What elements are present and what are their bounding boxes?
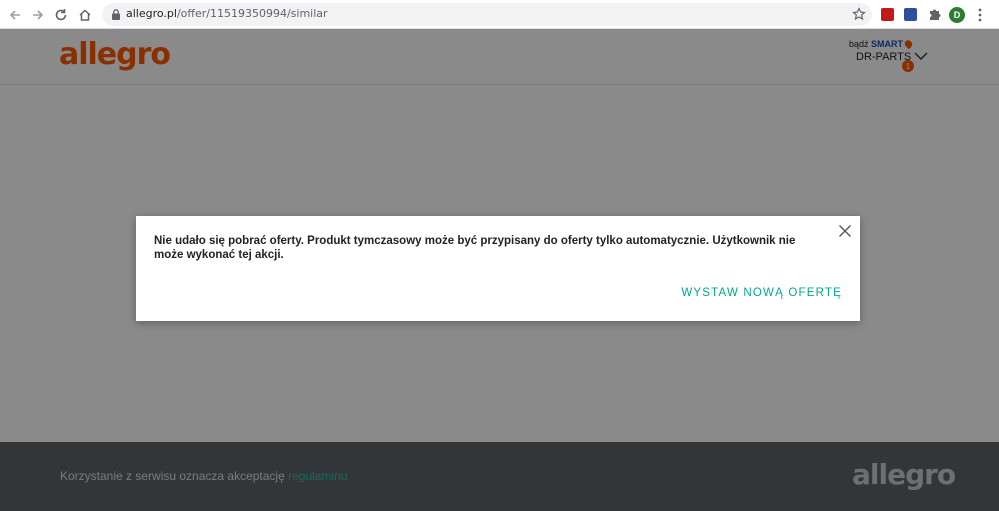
address-bar[interactable]: allegro.pl/offer/11519350994/similar [102, 3, 872, 26]
browser-toolbar: allegro.pl/offer/11519350994/similar D [0, 0, 999, 29]
pdf-extension-icon[interactable] [881, 8, 894, 21]
reload-icon [55, 9, 67, 21]
profile-avatar[interactable]: D [949, 7, 965, 23]
url-host: allegro.pl [126, 7, 177, 20]
error-message: Nie udało się pobrać oferty. Produkt tym… [154, 235, 796, 261]
home-icon [79, 9, 91, 21]
url-text: allegro.pl/offer/11519350994/similar [126, 7, 328, 20]
lock-icon [112, 9, 120, 20]
star-icon[interactable] [852, 7, 866, 21]
puzzle-icon[interactable] [927, 7, 942, 22]
url-path: /offer/11519350994/similar [176, 7, 328, 20]
more-vert-icon[interactable] [976, 8, 984, 22]
error-dialog: Nie udało się pobrać oferty. Produkt tym… [136, 216, 860, 321]
arrow-right-icon [33, 10, 44, 20]
reload-button[interactable] [51, 5, 71, 25]
back-button[interactable] [5, 5, 25, 25]
extension-icon[interactable] [904, 8, 917, 21]
home-button[interactable] [75, 5, 95, 25]
forward-button[interactable] [28, 5, 48, 25]
arrow-left-icon [9, 10, 20, 20]
close-icon[interactable] [838, 224, 852, 238]
create-new-offer-button[interactable]: WYSTAW NOWĄ OFERTĘ [681, 287, 842, 299]
